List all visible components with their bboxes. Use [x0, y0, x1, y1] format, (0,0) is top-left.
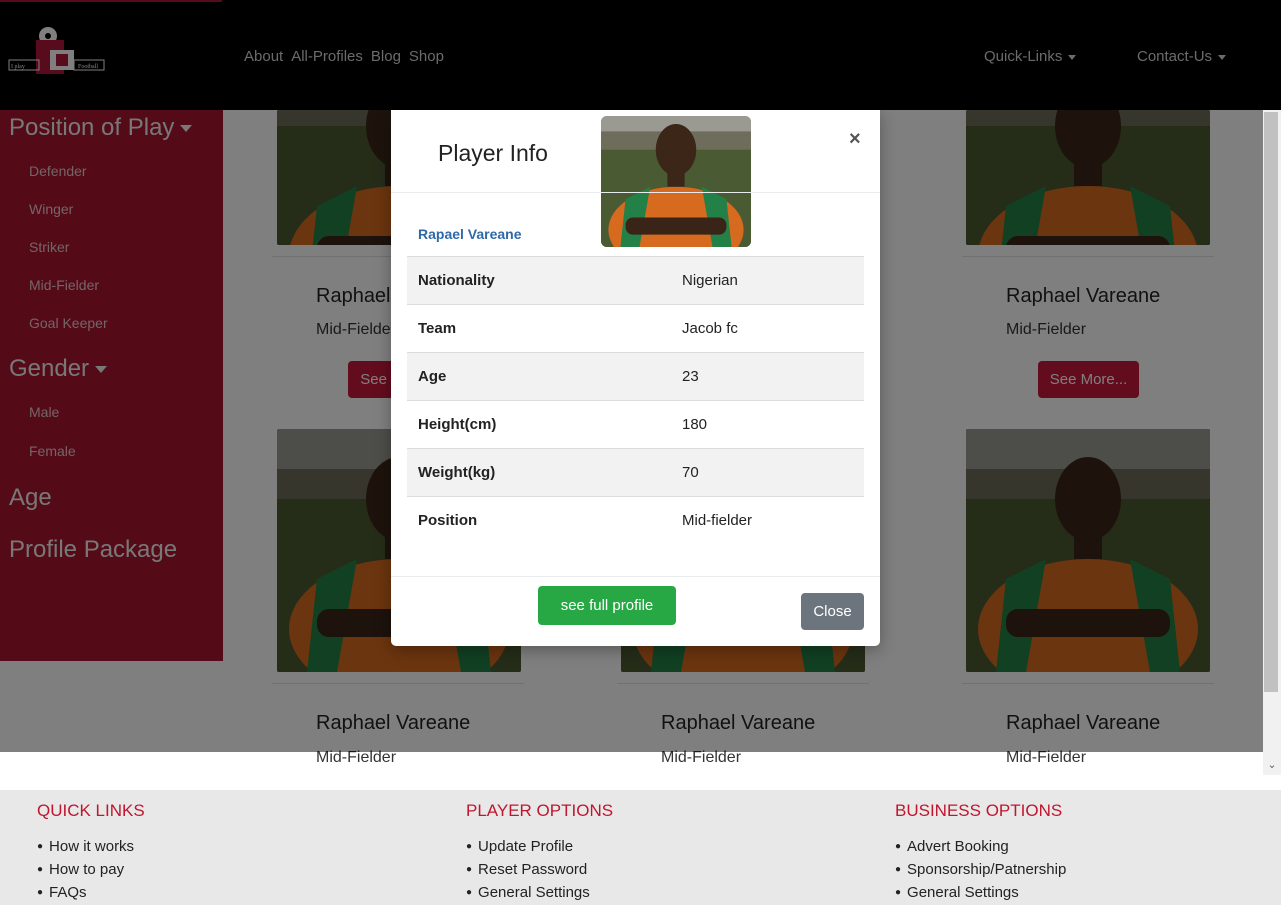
- footer-business-options: BUSINESS OPTIONS Advert Booking Sponsors…: [895, 790, 1066, 904]
- footer-link-business-settings[interactable]: General Settings: [895, 881, 1066, 904]
- site-footer: QUICK LINKS How it works How to pay FAQs…: [0, 790, 1281, 905]
- footer-link-how-it-works[interactable]: How it works: [37, 835, 145, 858]
- info-value: Mid-fielder: [671, 496, 864, 545]
- info-value: 23: [671, 352, 864, 401]
- footer-link-sponsorship[interactable]: Sponsorship/Patnership: [895, 858, 1066, 881]
- table-row: Weight(kg) 70: [407, 448, 864, 497]
- table-row: Position Mid-fielder: [407, 496, 864, 545]
- footer-link-faqs[interactable]: FAQs: [37, 881, 145, 904]
- footer-link-update-profile[interactable]: Update Profile: [466, 835, 613, 858]
- player-info-modal: Player Info × Rapael Vareane Nationality…: [391, 110, 880, 646]
- modal-title: Player Info: [438, 140, 548, 166]
- footer-heading: QUICK LINKS: [37, 801, 145, 820]
- table-row: Nationality Nigerian: [407, 256, 864, 305]
- footer-link-reset-password[interactable]: Reset Password: [466, 858, 613, 881]
- table-row: Team Jacob fc: [407, 304, 864, 353]
- info-key: Position: [407, 496, 671, 545]
- info-key: Age: [407, 352, 671, 401]
- info-key: Team: [407, 304, 671, 353]
- footer-player-options: PLAYER OPTIONS Update Profile Reset Pass…: [466, 790, 613, 904]
- scrollbar-thumb[interactable]: [1264, 112, 1278, 692]
- info-value: Jacob fc: [671, 304, 864, 353]
- info-value: 180: [671, 400, 864, 449]
- footer-link-how-to-pay[interactable]: How to pay: [37, 858, 145, 881]
- footer-link-advert-booking[interactable]: Advert Booking: [895, 835, 1066, 858]
- scroll-down-chevron-icon[interactable]: ⌄: [1263, 756, 1281, 774]
- info-key: Weight(kg): [407, 448, 671, 497]
- info-value: Nigerian: [671, 256, 864, 305]
- see-full-profile-button[interactable]: see full profile: [538, 586, 676, 625]
- modal-footer-divider: [391, 576, 880, 577]
- modal-player-name[interactable]: Rapael Vareane: [418, 226, 522, 242]
- table-row: Height(cm) 180: [407, 400, 864, 449]
- info-key: Nationality: [407, 256, 671, 305]
- close-icon[interactable]: ×: [849, 128, 861, 151]
- footer-link-general-settings[interactable]: General Settings: [466, 881, 613, 904]
- footer-heading: BUSINESS OPTIONS: [895, 801, 1063, 820]
- modal-player-photo: [601, 116, 751, 247]
- table-row: Age 23: [407, 352, 864, 401]
- info-key: Height(cm): [407, 400, 671, 449]
- footer-quick-links: QUICK LINKS How it works How to pay FAQs: [37, 790, 145, 904]
- close-button[interactable]: Close: [801, 593, 864, 630]
- modal-header-divider: [391, 192, 880, 193]
- player-info-table: Nationality Nigerian Team Jacob fc Age 23 H…: [407, 256, 864, 545]
- info-value: 70: [671, 448, 864, 497]
- footer-heading: PLAYER OPTIONS: [466, 801, 614, 820]
